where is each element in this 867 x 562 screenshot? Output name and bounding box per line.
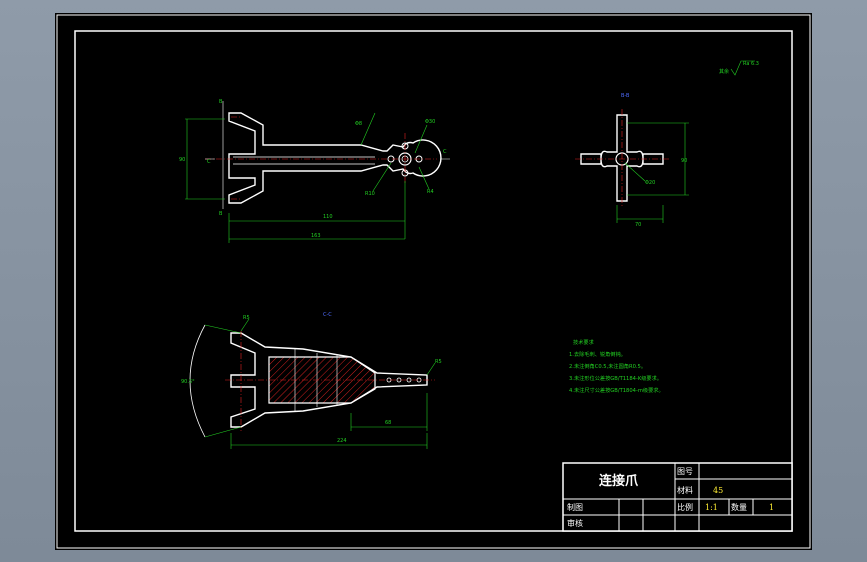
dim-r-end: R5 [435,359,442,365]
cad-drawing-sheet: B B C C 90 110 163 Φ8 Φ30 R4 R10 B-B 90 … [56,14,811,549]
side-view[interactable]: B-B 90 70 Φ20 [575,93,689,228]
mark-b-top: B [219,99,223,105]
channel-lines [233,156,375,165]
section-label-c: C-C [323,312,332,318]
dim-angle: 90.5° [181,379,195,385]
bottom-view[interactable]: C-C 90.5° R5 68 224 R5 [181,312,442,449]
cross-center-lines [575,109,669,207]
dim-r-tip: R5 [243,315,250,321]
mark-c-left: C [207,159,211,165]
review-label: 审核 [567,518,583,528]
qty-label: 数量 [731,502,747,512]
roughness-mark: 其余 Ra 6.3 [719,60,759,76]
dim-side-height: 90 [681,158,687,164]
dimension-lines [185,112,430,243]
drawing-no-label: 图号 [677,467,693,476]
tech-note-line-1: 1.去除毛刺、锐角倒钝。 [569,350,626,358]
dim-side-width: 70 [635,222,641,228]
dim-side-hole: Φ20 [645,180,655,186]
dim-slot-r: R4 [427,189,434,195]
inner-border [74,30,793,532]
part-outline [228,112,442,204]
dim-hole-big: Φ30 [425,119,435,125]
scale-label: 比例 [677,502,693,512]
part-name: 连接爪 [599,473,639,489]
mark-b-bottom: B [219,211,223,217]
mark-c-right: C [443,149,447,155]
section-label-b: B-B [621,93,630,99]
svg-text:Ra 6.3: Ra 6.3 [743,61,759,67]
tech-notes: 技术要求 1.去除毛刺、锐角倒钝。 2.未注倒角C0.5,未注圆角R0.5。 3… [569,338,664,394]
dim-overall-length: 163 [311,233,321,239]
dim-inner-length: 110 [323,214,333,220]
drawn-label: 制图 [567,502,583,512]
dim-r-big: R10 [365,191,375,197]
tech-note-line-3: 3.未注形位公差按GB/T1184-K级要求。 [569,374,662,382]
dim-length-b: 224 [337,438,347,444]
title-block[interactable]: 连接爪 图号 材料 45 制图 审核 比例 1:1 数量 1 [562,462,793,532]
section-cut-lines [205,101,450,209]
material-label: 材料 [677,485,693,495]
tech-note-line-4: 4.未注尺寸公差按GB/T1804-m级要求。 [569,386,664,394]
tech-note-line-2: 2.未注倒角C0.5,未注圆角R0.5。 [569,362,646,370]
cross-dims [616,122,689,223]
cad-drawing-viewport[interactable]: B B C C 90 110 163 Φ8 Φ30 R4 R10 B-B 90 … [55,13,812,550]
scale-value: 1:1 [705,503,718,512]
svg-text:其余: 其余 [719,68,729,75]
tech-notes-title: 技术要求 [573,338,595,346]
material-value: 45 [713,486,723,495]
dim-length-a: 68 [385,420,391,426]
dim-hole-small: Φ8 [355,121,362,127]
qty-value: 1 [769,503,774,512]
top-view[interactable]: B B C C 90 110 163 Φ8 Φ30 R4 R10 [179,99,450,243]
dim-overall-height: 90 [179,157,185,163]
